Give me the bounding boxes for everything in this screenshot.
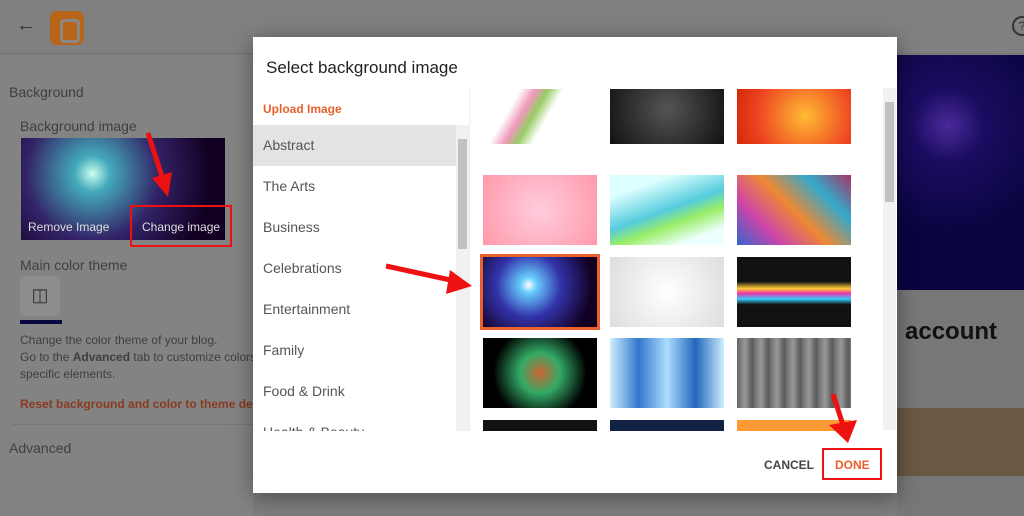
image-tile[interactable] [610, 338, 724, 408]
image-tile[interactable] [737, 89, 851, 144]
highlight-box [822, 448, 882, 480]
background-image-label: Background image [20, 118, 137, 134]
category-food-drink[interactable]: Food & Drink [253, 371, 456, 412]
category-entertainment[interactable]: Entertainment [253, 289, 456, 330]
category-family[interactable]: Family [253, 330, 456, 371]
section-advanced[interactable]: Advanced [9, 440, 71, 456]
scrollbar-thumb[interactable] [458, 139, 467, 249]
category-celebrations[interactable]: Celebrations [253, 248, 456, 289]
image-tile[interactable] [737, 257, 851, 327]
preview-heading: account [905, 318, 998, 345]
image-grid [470, 89, 883, 431]
image-tile-selected[interactable] [480, 254, 600, 330]
theme-description: Change the color theme of your blog. Go … [20, 333, 257, 381]
grid-scrollbar[interactable] [883, 88, 896, 430]
image-tile[interactable] [610, 420, 724, 431]
main-color-theme-label: Main color theme [20, 257, 128, 273]
image-tile[interactable] [737, 338, 851, 408]
category-list: Upload Image Abstract The Arts Business … [253, 89, 470, 431]
paint-bucket-icon[interactable]: ◫ [20, 276, 60, 316]
scrollbar-thumb[interactable] [885, 102, 894, 202]
highlight-box [130, 205, 232, 247]
preview-image [897, 408, 1024, 476]
reset-link[interactable]: Reset background and color to theme defa… [20, 396, 253, 413]
image-tile[interactable] [483, 338, 597, 408]
category-the-arts[interactable]: The Arts [253, 166, 456, 207]
image-tile[interactable] [737, 175, 851, 245]
image-tile[interactable] [610, 175, 724, 245]
divider [12, 424, 253, 425]
section-background[interactable]: Background [9, 84, 84, 100]
image-tile[interactable] [610, 257, 724, 327]
image-tile[interactable] [483, 420, 597, 431]
back-arrow-icon[interactable]: ← [16, 14, 36, 37]
category-scrollbar[interactable] [456, 125, 469, 431]
dialog-title: Select background image [266, 58, 458, 77]
help-icon[interactable]: ? [1012, 16, 1024, 36]
category-abstract[interactable]: Abstract [253, 125, 456, 166]
select-background-dialog: Select background image Upload Image Abs… [253, 37, 897, 493]
image-tile[interactable] [483, 89, 597, 144]
image-tile[interactable] [610, 89, 724, 144]
blogger-logo[interactable] [50, 11, 84, 45]
upload-image-link[interactable]: Upload Image [253, 89, 456, 130]
preview-header-image [897, 55, 1024, 290]
remove-image-button[interactable]: Remove Image [28, 220, 109, 234]
category-business[interactable]: Business [253, 207, 456, 248]
image-tile[interactable] [737, 420, 851, 431]
cancel-button[interactable]: CANCEL [764, 458, 814, 472]
category-health-beauty[interactable]: Health & Beauty [253, 412, 456, 431]
image-tile[interactable] [483, 175, 597, 245]
theme-color-swatch [20, 320, 62, 324]
